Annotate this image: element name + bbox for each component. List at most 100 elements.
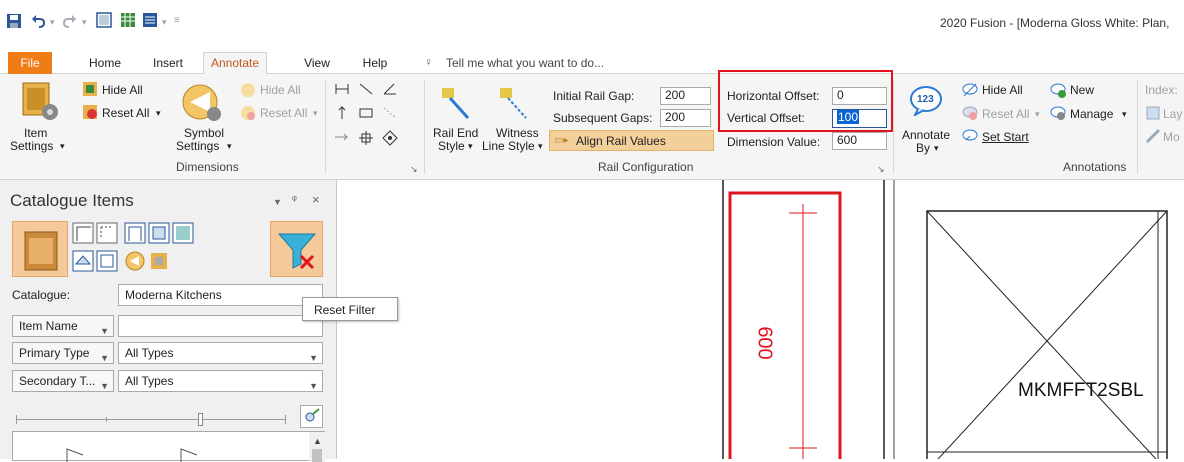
witness-dropdown-icon[interactable]: ▾ bbox=[538, 139, 543, 153]
hide-all-button[interactable]: Hide All bbox=[102, 83, 143, 97]
list-item-icon[interactable] bbox=[179, 446, 201, 462]
catalogue-select[interactable]: Moderna Kitchens bbox=[118, 284, 323, 306]
dimensions-launcher-icon[interactable]: ↘ bbox=[410, 162, 418, 176]
category-cabinet-button[interactable] bbox=[12, 221, 68, 277]
item-settings-dropdown-icon[interactable]: ▾ bbox=[60, 139, 65, 153]
rail-launcher-icon[interactable]: ↘ bbox=[877, 162, 885, 176]
reset-all-dropdown-icon[interactable]: ▾ bbox=[156, 106, 161, 120]
item-settings-label-1[interactable]: Item bbox=[24, 126, 47, 140]
manage-dropdown-icon[interactable]: ▾ bbox=[1122, 107, 1127, 121]
size-slider[interactable] bbox=[16, 413, 286, 427]
symbol-settings-dropdown-icon[interactable]: ▾ bbox=[227, 139, 232, 153]
pin-icon[interactable]: ᵠ bbox=[292, 193, 297, 207]
primary-type-filter-select[interactable]: Primary Type ▼ bbox=[12, 342, 114, 364]
initial-rail-gap-input[interactable]: 200 bbox=[660, 87, 711, 105]
category-roof-icon[interactable] bbox=[72, 250, 94, 272]
symbol-settings-icon[interactable] bbox=[180, 82, 224, 122]
grid-view-icon[interactable] bbox=[120, 12, 136, 28]
category-panel-icon[interactable] bbox=[148, 222, 170, 244]
undo-dropdown-icon[interactable]: ▾ bbox=[50, 15, 55, 29]
rail-end-style-icon[interactable] bbox=[440, 84, 474, 124]
item-name-filter-select[interactable]: Item Name ▼ bbox=[12, 315, 114, 337]
reset-filter-button[interactable] bbox=[270, 221, 323, 277]
subsequent-gaps-input[interactable]: 200 bbox=[660, 109, 711, 127]
angle-dimension-icon[interactable] bbox=[382, 82, 398, 96]
secondary-type-filter-select[interactable]: Secondary T... ▼ bbox=[12, 370, 114, 392]
tell-me-search[interactable]: Tell me what you want to do... bbox=[446, 56, 604, 70]
hide-all-icon[interactable] bbox=[82, 81, 98, 97]
tab-annotate[interactable]: Annotate bbox=[203, 52, 267, 75]
item-name-input[interactable] bbox=[118, 315, 323, 337]
manage-icon[interactable] bbox=[1050, 105, 1066, 121]
scroll-up-icon[interactable]: ▲ bbox=[313, 434, 322, 448]
new-annotation-icon[interactable] bbox=[1050, 82, 1066, 98]
witness-label-1[interactable]: Witness bbox=[496, 126, 539, 140]
rail-end-dropdown-icon[interactable]: ▾ bbox=[468, 139, 473, 153]
layout-dropdown-icon[interactable]: ▾ bbox=[162, 15, 167, 29]
annotate-by-dropdown-icon[interactable]: ▾ bbox=[934, 141, 939, 155]
save-icon[interactable] bbox=[6, 13, 22, 29]
tab-insert[interactable]: Insert bbox=[148, 54, 188, 74]
category-dotted-icon[interactable] bbox=[96, 222, 118, 244]
layout-icon[interactable] bbox=[142, 12, 158, 28]
initial-rail-gap-label: Initial Rail Gap: bbox=[553, 89, 635, 103]
linear-dimension-icon[interactable] bbox=[334, 82, 350, 96]
panel-menu-icon[interactable]: ▼ bbox=[273, 195, 282, 209]
witness-line-style-icon[interactable] bbox=[498, 84, 532, 124]
new-annotation-button[interactable]: New bbox=[1070, 83, 1094, 97]
tab-file[interactable]: File bbox=[8, 52, 52, 74]
window-icon[interactable] bbox=[96, 12, 112, 28]
annotate-by-label-2[interactable]: By bbox=[916, 141, 930, 155]
list-scrollbar[interactable]: ▲ bbox=[309, 432, 325, 462]
category-box-icon[interactable] bbox=[96, 250, 118, 272]
align-rail-values-label[interactable]: Align Rail Values bbox=[576, 134, 666, 148]
symbol-settings-label-2[interactable]: Settings bbox=[176, 139, 219, 153]
tab-view[interactable]: View bbox=[297, 54, 337, 74]
item-settings-icon[interactable] bbox=[20, 80, 60, 122]
category-window-icon[interactable] bbox=[172, 222, 194, 244]
category-frame-icon[interactable] bbox=[124, 222, 146, 244]
reset-all-button[interactable]: Reset All bbox=[102, 106, 149, 120]
category-corner-icon[interactable] bbox=[72, 222, 94, 244]
customize-toolbar-icon[interactable]: ≡ bbox=[174, 14, 180, 28]
arrow-dimension-icon[interactable] bbox=[334, 130, 350, 144]
slider-track bbox=[16, 419, 286, 420]
diagonal-dimension-icon[interactable] bbox=[358, 82, 374, 96]
vertical-dimension-icon[interactable] bbox=[334, 106, 350, 120]
category-symbol-icon[interactable] bbox=[124, 250, 146, 272]
redo-icon[interactable] bbox=[62, 13, 78, 29]
category-appliance-icon[interactable] bbox=[148, 250, 170, 272]
reset-all-icon[interactable] bbox=[82, 104, 98, 120]
dimension-value-input[interactable]: 600 bbox=[832, 132, 887, 150]
annotation-hide-all-icon[interactable] bbox=[962, 82, 978, 98]
witness-label-2[interactable]: Line Style bbox=[482, 139, 535, 153]
rectangle-dimension-icon[interactable] bbox=[358, 106, 374, 120]
rail-end-label-2[interactable]: Style bbox=[438, 139, 465, 153]
set-start-icon[interactable] bbox=[962, 128, 978, 144]
close-icon[interactable]: × bbox=[312, 193, 320, 207]
annotation-hide-all-button[interactable]: Hide All bbox=[982, 83, 1023, 97]
list-item-icon[interactable] bbox=[65, 446, 87, 462]
items-list[interactable]: ▲ bbox=[12, 431, 325, 462]
symbol-settings-label-1[interactable]: Symbol bbox=[184, 126, 224, 140]
primary-type-select[interactable]: All Types ▼ bbox=[118, 342, 323, 364]
set-start-button[interactable]: Set Start bbox=[982, 130, 1029, 144]
tab-home[interactable]: Home bbox=[85, 54, 125, 74]
item-settings-label-2[interactable]: Settings bbox=[10, 139, 53, 153]
annotate-by-label-1[interactable]: Annotate bbox=[902, 128, 950, 142]
cross-dimension-icon[interactable] bbox=[358, 130, 374, 146]
scroll-thumb[interactable] bbox=[312, 449, 322, 462]
undo-icon[interactable] bbox=[30, 13, 46, 29]
tab-help[interactable]: Help bbox=[355, 54, 395, 74]
search-options-button[interactable] bbox=[300, 405, 323, 428]
drawing-canvas[interactable]: 600 MKMFFT2SBL bbox=[337, 180, 1184, 459]
item-code-label: MKMFFT2SBL bbox=[1018, 380, 1144, 401]
rail-end-label-1[interactable]: Rail End bbox=[433, 126, 478, 140]
redo-dropdown-icon[interactable]: ▾ bbox=[82, 15, 87, 29]
secondary-type-select[interactable]: All Types ▼ bbox=[118, 370, 323, 392]
rail-dimension-value[interactable]: 600 bbox=[754, 326, 776, 359]
slider-tick bbox=[106, 417, 107, 422]
manage-button[interactable]: Manage bbox=[1070, 107, 1113, 121]
slider-thumb[interactable] bbox=[198, 413, 203, 426]
diamond-dimension-icon[interactable] bbox=[382, 130, 398, 146]
